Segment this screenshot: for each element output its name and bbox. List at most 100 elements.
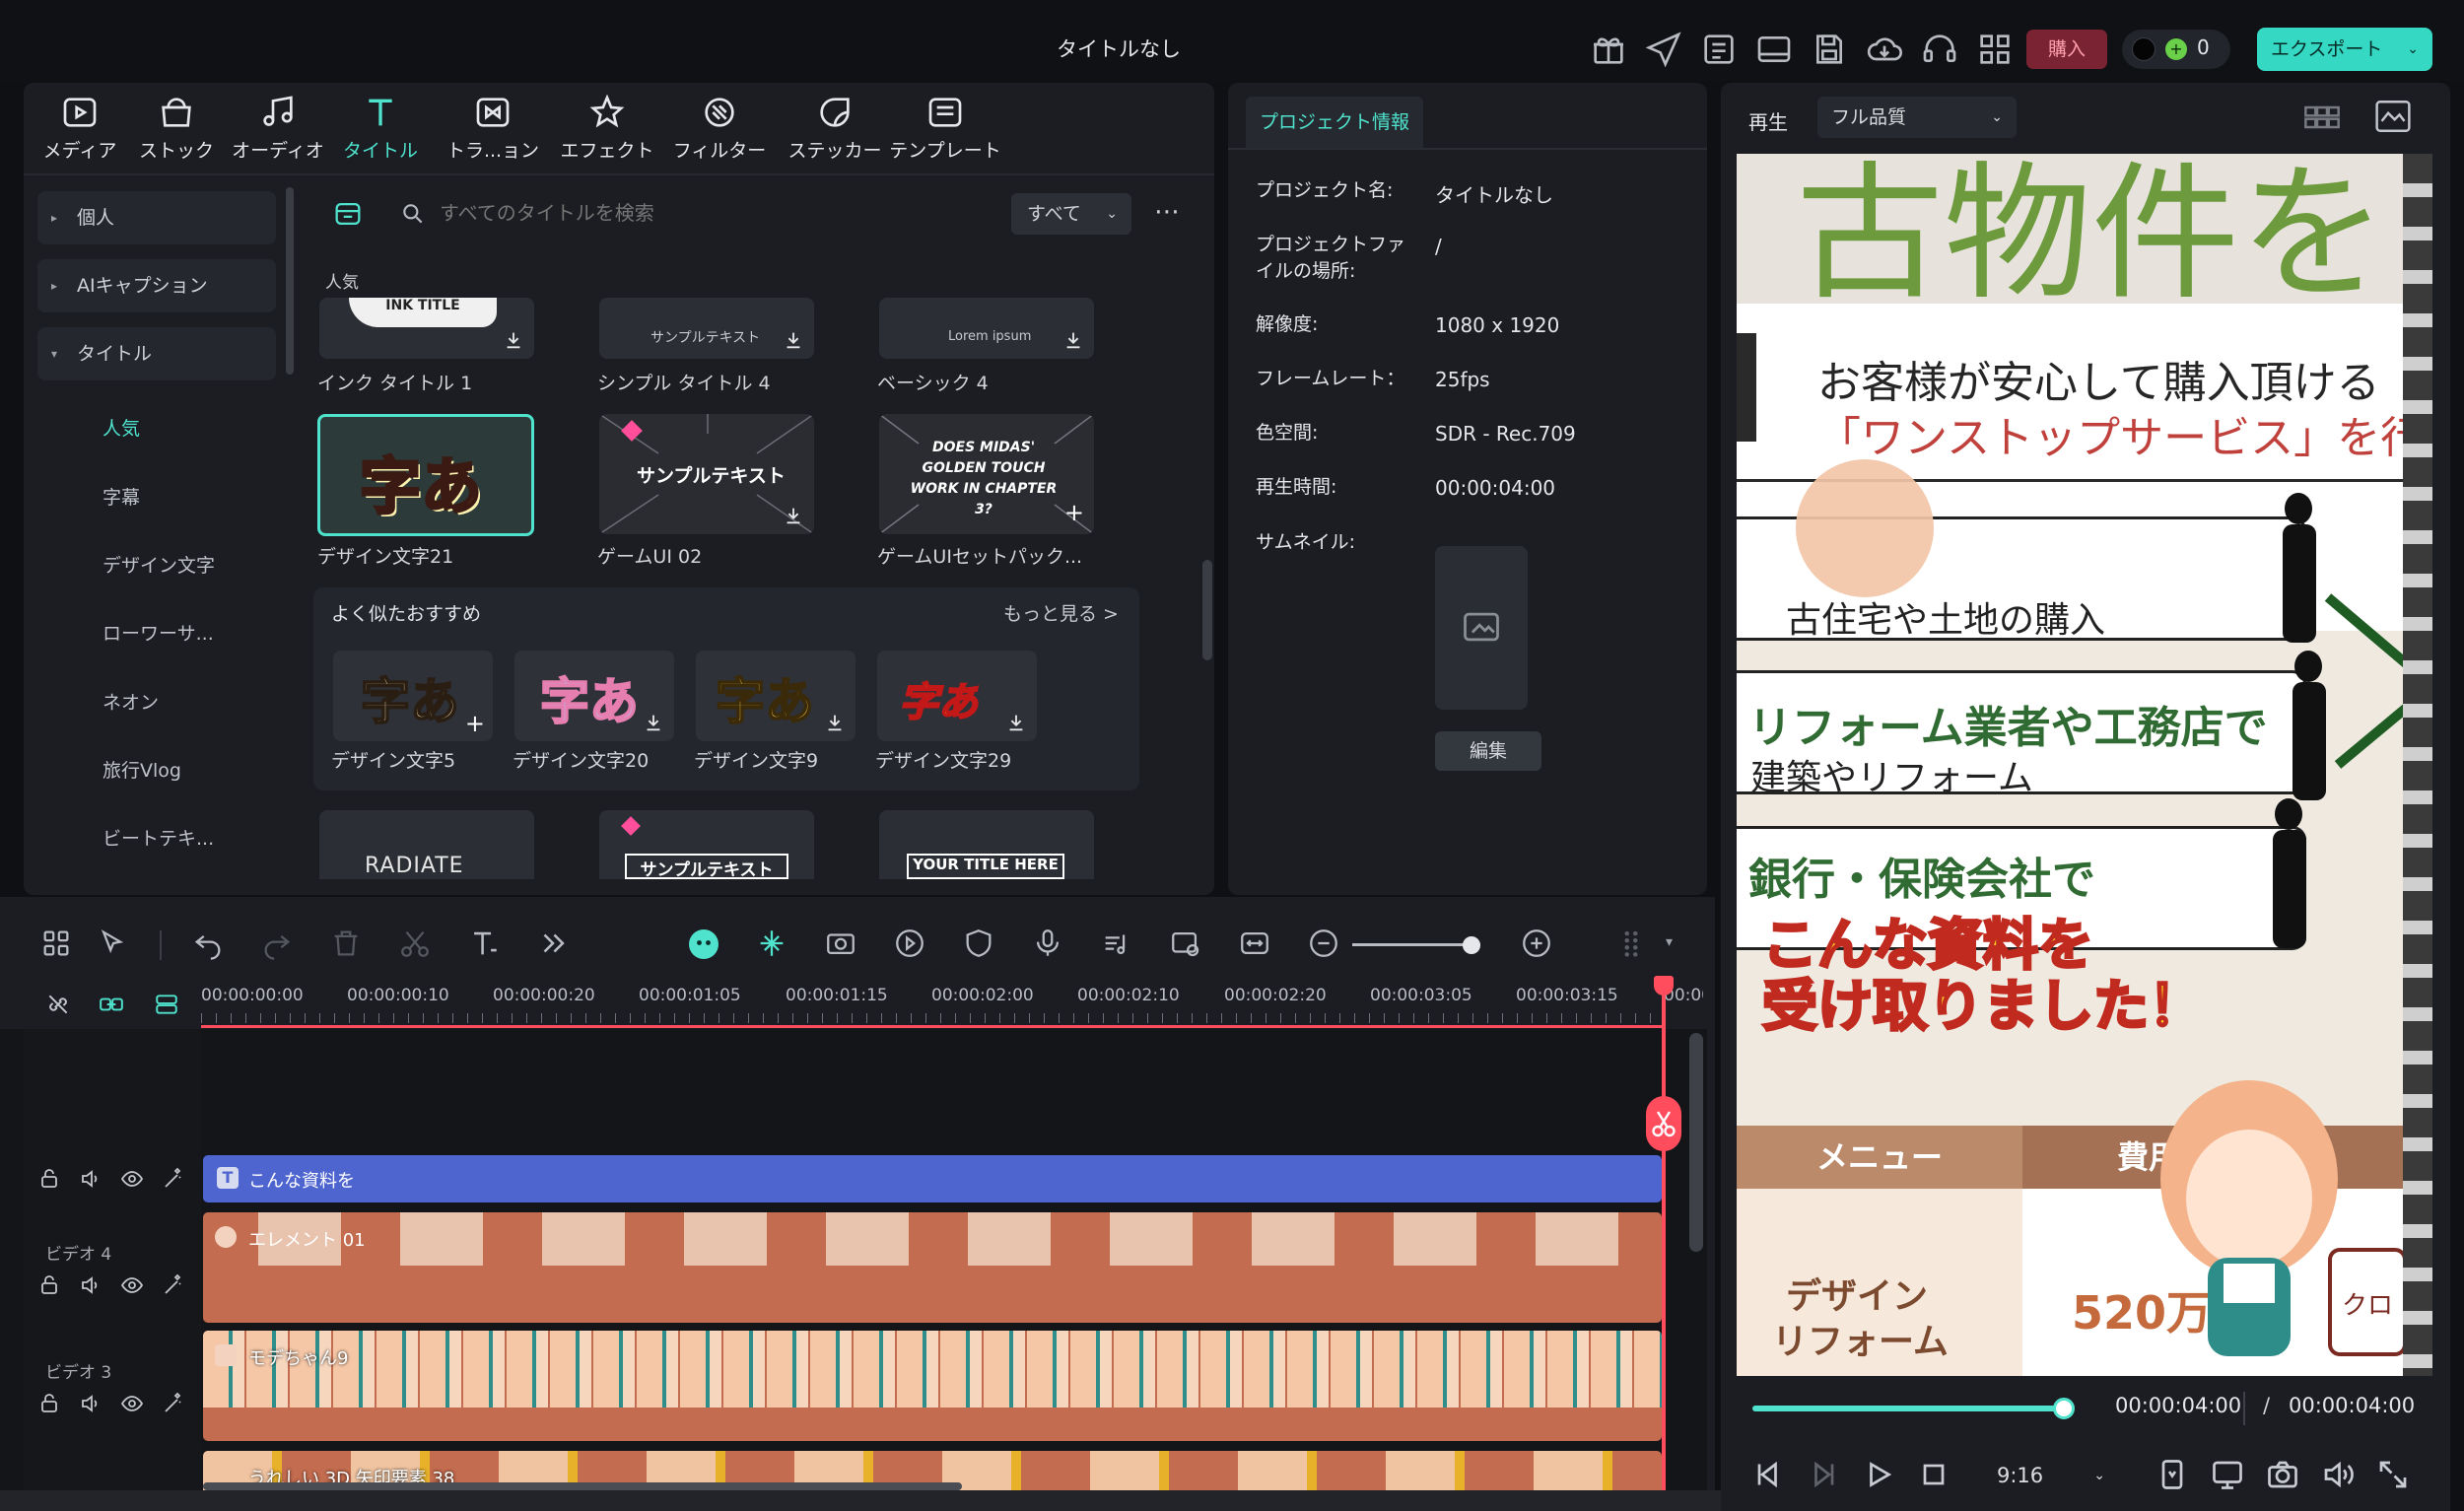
add-icon[interactable]: +: [465, 710, 485, 737]
link-off-icon[interactable]: [45, 992, 71, 1017]
playhead[interactable]: [1662, 986, 1666, 1511]
shield-icon[interactable]: [962, 927, 999, 964]
download-icon[interactable]: [503, 329, 524, 351]
grid-view-icon[interactable]: [2302, 103, 2342, 132]
download-icon[interactable]: [1005, 712, 1027, 733]
download-icon[interactable]: [783, 505, 804, 526]
tab-media[interactable]: メディア: [37, 83, 122, 173]
scrollbar[interactable]: [1689, 1033, 1703, 1252]
credit-balance[interactable]: + 0: [2122, 30, 2230, 69]
text-tool-icon[interactable]: [467, 927, 505, 964]
cloud-icon[interactable]: [1865, 30, 1904, 69]
apps-icon[interactable]: [1975, 30, 2015, 69]
more-tools-icon[interactable]: [536, 927, 574, 964]
select-tool-icon[interactable]: [97, 927, 134, 964]
gift-icon[interactable]: [1589, 30, 1628, 69]
title-card[interactable]: Lorem ipsum: [879, 298, 1094, 359]
edit-thumbnail-button[interactable]: 編集: [1435, 731, 1541, 771]
auto-ripple-icon[interactable]: [755, 927, 792, 964]
sidebar-item-travel-vlog[interactable]: 旅行Vlog: [103, 756, 181, 783]
track-manage-icon[interactable]: [154, 992, 179, 1017]
similar-card[interactable]: 字あ +: [333, 651, 493, 741]
eye-icon[interactable]: [120, 1392, 146, 1417]
audio-mix-icon[interactable]: [1100, 927, 1137, 964]
delete-icon[interactable]: [329, 927, 367, 964]
download-icon[interactable]: [824, 712, 846, 733]
title-card-selected[interactable]: 字あ: [317, 414, 534, 536]
download-icon[interactable]: [643, 712, 664, 733]
clip-settings-icon[interactable]: [1169, 927, 1206, 964]
stats-icon[interactable]: [1699, 30, 1739, 69]
similar-card[interactable]: 字あ: [877, 651, 1037, 741]
save-icon[interactable]: [1810, 30, 1849, 69]
volume-icon[interactable]: [79, 1167, 104, 1193]
filter-select[interactable]: すべて ⌄: [1011, 193, 1131, 235]
category-personal[interactable]: ▸ 個人: [37, 191, 276, 244]
sidebar-item-neon[interactable]: ネオン: [103, 688, 159, 715]
title-card[interactable]: サンプルテキスト: [599, 810, 814, 879]
more-options-icon[interactable]: ⋯: [1149, 197, 1185, 233]
volume-icon[interactable]: [79, 1273, 104, 1299]
export-button[interactable]: エクスポート ⌄: [2257, 28, 2432, 71]
stop-icon[interactable]: [1916, 1457, 1951, 1492]
layout-grid-icon[interactable]: [39, 927, 77, 964]
tab-template[interactable]: テンプレート: [887, 83, 1003, 173]
chevron-down-icon[interactable]: ▾: [1666, 934, 1673, 950]
next-frame-icon[interactable]: [1806, 1457, 1841, 1492]
sidebar-item-beat-text[interactable]: ビートテキ...: [103, 824, 214, 851]
sidebar-item-popular[interactable]: 人気: [103, 414, 140, 441]
lock-icon[interactable]: [37, 1392, 63, 1417]
snapshot-icon[interactable]: [2265, 1457, 2300, 1492]
title-card[interactable]: YOUR TITLE HERE: [879, 810, 1094, 879]
scrollbar[interactable]: [1202, 560, 1212, 660]
eye-icon[interactable]: [120, 1273, 146, 1299]
marker-icon[interactable]: [2155, 1457, 2190, 1492]
tab-audio[interactable]: オーディオ: [227, 83, 329, 173]
link-icon[interactable]: [99, 992, 124, 1017]
tab-sticker[interactable]: ステッカー: [779, 83, 891, 173]
scope-icon[interactable]: [2373, 99, 2413, 134]
zoom-slider[interactable]: [1352, 943, 1480, 946]
split-icon[interactable]: [398, 927, 436, 964]
render-preview-icon[interactable]: [893, 927, 930, 964]
download-icon[interactable]: [783, 329, 804, 351]
video-clip[interactable]: モデちゃん9: [203, 1331, 1662, 1441]
zoom-slider-handle[interactable]: [1463, 936, 1480, 954]
progress-handle[interactable]: [2053, 1398, 2075, 1419]
title-clip[interactable]: T こんな資料を: [203, 1155, 1662, 1202]
aspect-ratio-select[interactable]: 9:16 ⌄: [1981, 1455, 2115, 1496]
progress-bar[interactable]: [1752, 1406, 2062, 1411]
lock-icon[interactable]: [37, 1167, 63, 1193]
title-card[interactable]: サンプルテキスト: [599, 298, 814, 359]
thumbnail-preview[interactable]: [1435, 546, 1528, 710]
title-card[interactable]: RADIATE: [319, 810, 534, 879]
magic-icon[interactable]: [162, 1392, 187, 1417]
title-card[interactable]: DOES MIDAS' GOLDEN TOUCH WORK IN CHAPTER…: [879, 414, 1094, 534]
element-clip[interactable]: エレメント 01: [203, 1212, 1662, 1323]
previous-frame-icon[interactable]: [1750, 1457, 1786, 1492]
lock-icon[interactable]: [37, 1273, 63, 1299]
tab-title[interactable]: タイトル: [337, 83, 424, 173]
category-ai-caption[interactable]: ▸ AIキャプション: [37, 259, 276, 312]
eye-icon[interactable]: [120, 1167, 146, 1193]
title-card[interactable]: INK TITLE: [319, 298, 534, 359]
tab-transition[interactable]: トラ...ョン: [442, 83, 544, 173]
redo-icon[interactable]: [260, 927, 298, 964]
video-preview[interactable]: 古物件をご お客様が安心して購入頂ける 「ワンストップサービス」を行 古住宅や土…: [1737, 154, 2432, 1376]
ai-effect-icon[interactable]: [824, 927, 861, 964]
magic-icon[interactable]: [162, 1273, 187, 1299]
horizontal-scrollbar[interactable]: [203, 1482, 962, 1490]
store-icon[interactable]: [331, 197, 367, 233]
sidebar-item-lower-third[interactable]: ローワーサ...: [103, 619, 214, 646]
ai-assistant-icon[interactable]: [686, 927, 723, 964]
display-icon[interactable]: [2210, 1457, 2245, 1492]
buy-button[interactable]: 購入: [2026, 30, 2107, 69]
see-more-link[interactable]: もっと見る >: [1003, 599, 1119, 626]
tab-stock[interactable]: ストック: [134, 83, 219, 173]
zoom-in-icon[interactable]: [1520, 927, 1557, 964]
category-title[interactable]: ▾ タイトル: [37, 327, 276, 380]
drag-handle-icon[interactable]: [1614, 927, 1652, 964]
tab-filter[interactable]: フィルター: [668, 83, 771, 173]
play-icon[interactable]: [1861, 1457, 1896, 1492]
download-icon[interactable]: [1062, 329, 1084, 351]
